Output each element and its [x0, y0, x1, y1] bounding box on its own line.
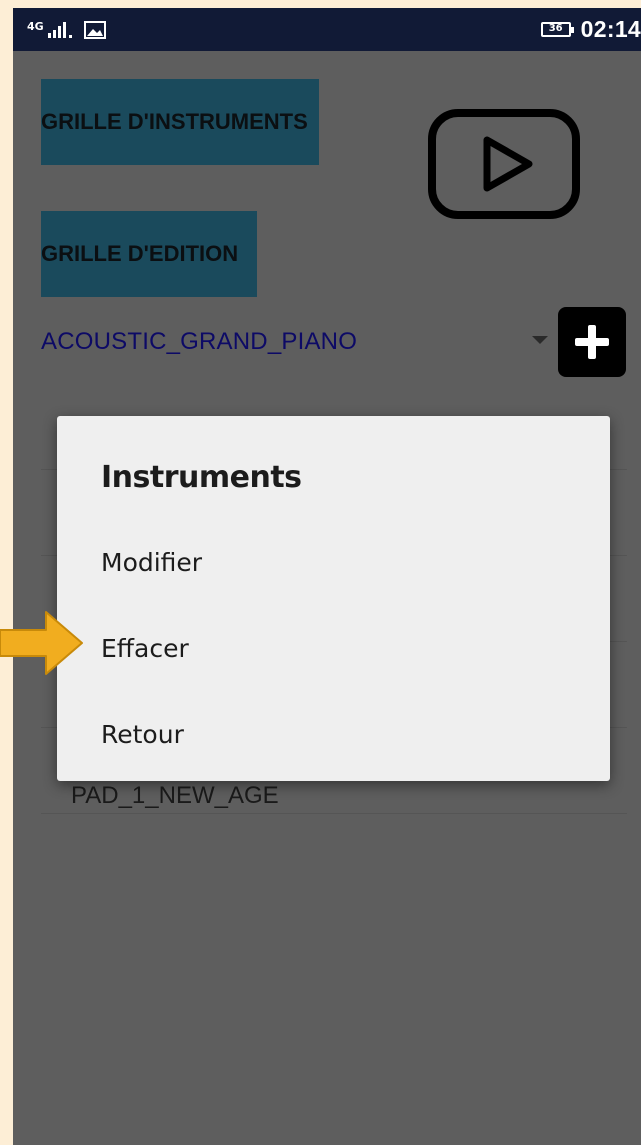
- add-instrument-button[interactable]: [558, 307, 626, 377]
- status-right: 36 02:14: [540, 15, 641, 43]
- battery-level: 36: [548, 23, 563, 34]
- instrument-spinner[interactable]: ACOUSTIC_GRAND_PIANO: [41, 322, 561, 362]
- status-left: 4G: [27, 16, 106, 44]
- battery-icon: 36: [540, 21, 574, 37]
- dialog-item-retour[interactable]: Retour: [57, 691, 610, 777]
- network-type-label: 4G: [27, 19, 44, 33]
- instrument-spinner-value: ACOUSTIC_GRAND_PIANO: [41, 328, 358, 355]
- dialog-title: Instruments: [101, 460, 302, 495]
- play-icon[interactable]: [427, 108, 581, 220]
- dialog-item-modifier[interactable]: Modifier: [57, 519, 610, 605]
- dropdown-arrow-icon[interactable]: [532, 336, 548, 344]
- edit-grid-button[interactable]: GRILLE D'EDITION: [41, 211, 257, 297]
- status-clock: 02:14: [580, 15, 641, 42]
- dialog-item-effacer[interactable]: Effacer: [57, 605, 610, 691]
- pointer-arrow-icon: [0, 611, 83, 675]
- status-bar: 4G 36 02:14: [13, 8, 641, 51]
- instruments-grid-button[interactable]: GRILLE D'INSTRUMENTS: [41, 79, 319, 165]
- image-notification-icon: [83, 21, 106, 39]
- signal-strength-icon: [47, 22, 72, 38]
- instruments-dialog: Instruments Modifier Effacer Retour: [57, 416, 610, 781]
- phone-screen: 4G 36 02:14 GRILLE D'INSTRUMENTS GRILLE: [13, 8, 641, 1145]
